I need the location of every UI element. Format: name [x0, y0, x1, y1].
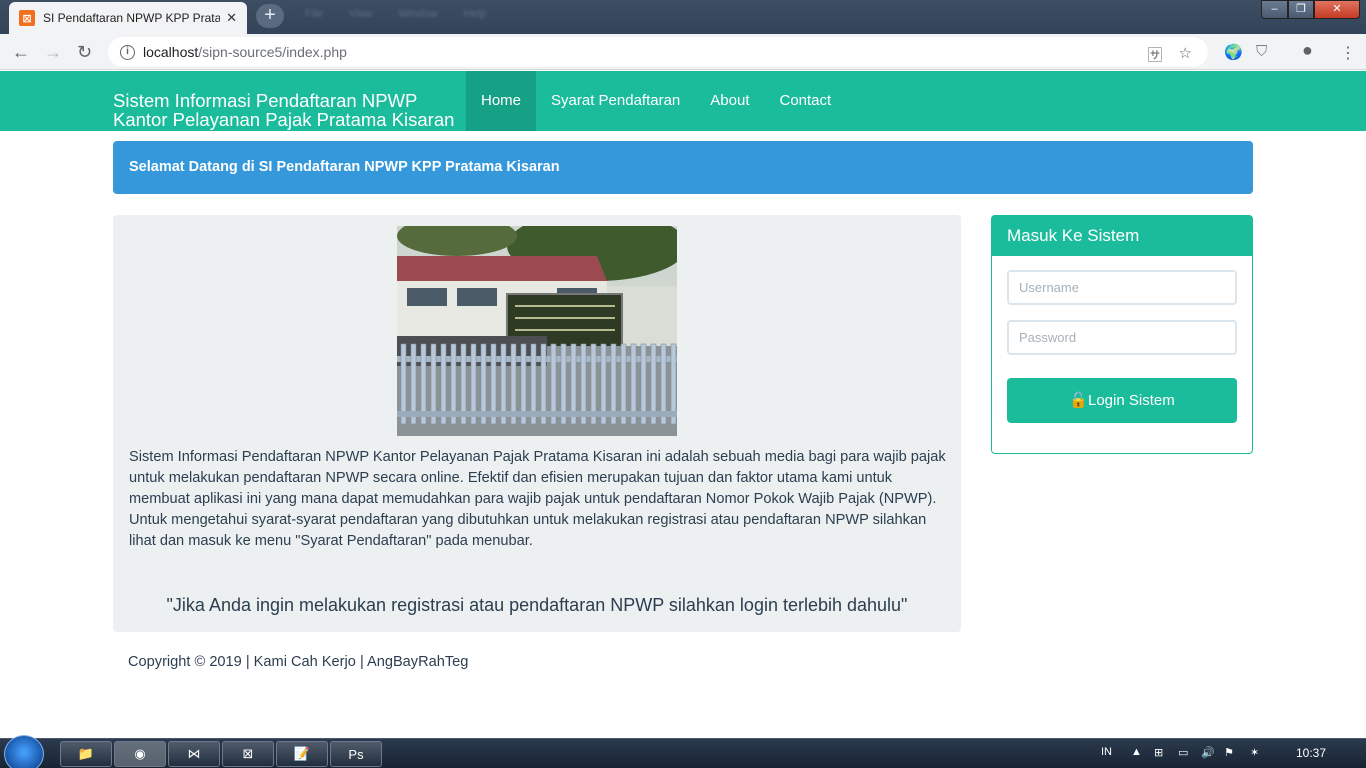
office-building-photo	[397, 226, 677, 436]
explorer-taskbar-icon[interactable]: 📁	[60, 741, 112, 767]
login-panel-title: Masuk Ke Sistem	[992, 216, 1252, 256]
volume-icon[interactable]: 🔊	[1201, 746, 1215, 759]
notepad-taskbar-icon[interactable]: 📝	[276, 741, 328, 767]
shield-extension-icon[interactable]: ⛉	[1256, 43, 1267, 60]
tab-title: SI Pendaftaran NPWP KPP Pratama	[43, 11, 221, 25]
ghost-menu-item: View	[348, 8, 373, 20]
browser-tab-strip: ⊠ SI Pendaftaran NPWP KPP Pratama ✕ + Fi…	[0, 0, 1366, 34]
nav-item-home[interactable]: Home	[466, 71, 537, 131]
welcome-alert: Selamat Datang di SI Pendaftaran NPWP KP…	[113, 141, 1253, 194]
reload-icon[interactable]: ↻	[77, 42, 92, 62]
tray-expand-icon[interactable]: ▲	[1131, 746, 1142, 758]
action-flag-icon[interactable]: ⚑	[1224, 746, 1234, 759]
windows-flag-icon[interactable]: ⊞	[1154, 746, 1163, 759]
language-indicator[interactable]: IN	[1101, 746, 1112, 758]
url-path: /sipn-source5/index.php	[198, 44, 347, 60]
nav-item-about[interactable]: About	[695, 71, 764, 131]
ghost-menu: File View Window Help	[305, 8, 486, 20]
minimize-icon[interactable]: –	[1261, 0, 1288, 19]
clock[interactable]: 10:37	[1296, 746, 1326, 760]
site-brand[interactable]: Sistem Informasi Pendaftaran NPWP Kantor…	[113, 91, 454, 129]
window-controls: – ❐ ✕	[1261, 0, 1360, 19]
ghost-menu-item: Help	[463, 8, 487, 20]
description-text: Sistem Informasi Pendaftaran NPWP Kantor…	[129, 449, 946, 549]
site-navbar: Sistem Informasi Pendaftaran NPWP Kantor…	[0, 71, 1366, 131]
battery-icon[interactable]: ▭	[1178, 746, 1188, 759]
profile-icon[interactable]: ●	[1302, 40, 1313, 61]
windows-taskbar: 📁 ◉ ⋈ ⊠ 📝 Ps IN ▲ ⊞ ▭ 🔊 ⚑ ✶ 10:37	[0, 735, 1366, 768]
password-input[interactable]: Password	[1007, 320, 1237, 355]
ghost-menu-item: Window	[398, 8, 438, 20]
login-button[interactable]: 🔓Login Sistem	[1007, 378, 1237, 423]
back-arrow-icon[interactable]: ←	[12, 42, 30, 62]
menu-kebab-icon[interactable]: ⋮	[1340, 43, 1356, 63]
url-field[interactable]: i localhost/sipn-source5/index.php 🈂 ☆	[108, 37, 1208, 67]
new-tab-plus-icon[interactable]: +	[256, 4, 284, 28]
nav-item-contact[interactable]: Contact	[764, 71, 846, 131]
photoshop-taskbar-icon[interactable]: Ps	[330, 741, 382, 767]
nav-menu: Home Syarat Pendaftaran About Contact	[466, 71, 846, 131]
url-host: localhost	[143, 44, 199, 60]
ghost-menu-item: File	[305, 8, 323, 20]
translate-icon[interactable]: 🈂	[1148, 44, 1163, 65]
brand-line-1: Sistem Informasi Pendaftaran NPWP	[113, 90, 418, 111]
site-info-icon[interactable]: i	[120, 44, 135, 60]
info-jumbotron: Sistem Informasi Pendaftaran NPWP Kantor…	[113, 215, 961, 632]
window-close-icon[interactable]: ✕	[1314, 0, 1360, 19]
xampp-taskbar-icon[interactable]: ⊠	[222, 741, 274, 767]
xampp-favicon-icon: ⊠	[19, 10, 35, 26]
windows-start-icon[interactable]	[4, 735, 44, 768]
maximize-icon[interactable]: ❐	[1288, 0, 1314, 19]
username-input[interactable]: Username	[1007, 270, 1237, 305]
nav-item-syarat-pendaftaran[interactable]: Syarat Pendaftaran	[536, 71, 695, 131]
bookmark-star-icon[interactable]: ☆	[1179, 44, 1192, 65]
address-bar: ← → ↻ i localhost/sipn-source5/index.php…	[0, 34, 1366, 70]
network-icon[interactable]: ✶	[1250, 746, 1259, 759]
login-button-label: Login Sistem	[1087, 392, 1175, 409]
close-icon[interactable]: ✕	[226, 10, 237, 26]
page-footer: Copyright © 2019 | Kami Cah Kerjo | AngB…	[128, 654, 469, 670]
unlock-icon: 🔓	[1069, 392, 1088, 409]
browser-tab[interactable]: ⊠ SI Pendaftaran NPWP KPP Pratama ✕	[9, 2, 247, 34]
chrome-taskbar-icon[interactable]: ◉	[114, 741, 166, 767]
brand-line-2: Kantor Pelayanan Pajak Pratama Kisaran	[113, 109, 455, 130]
globe-extension-icon[interactable]: 🌍	[1224, 43, 1243, 61]
login-quote: "Jika Anda ingin melakukan registrasi at…	[166, 595, 908, 615]
forward-arrow-icon[interactable]: →	[44, 42, 62, 62]
login-panel: Masuk Ke Sistem Username Password 🔓Login…	[991, 215, 1253, 454]
visual-studio-taskbar-icon[interactable]: ⋈	[168, 741, 220, 767]
